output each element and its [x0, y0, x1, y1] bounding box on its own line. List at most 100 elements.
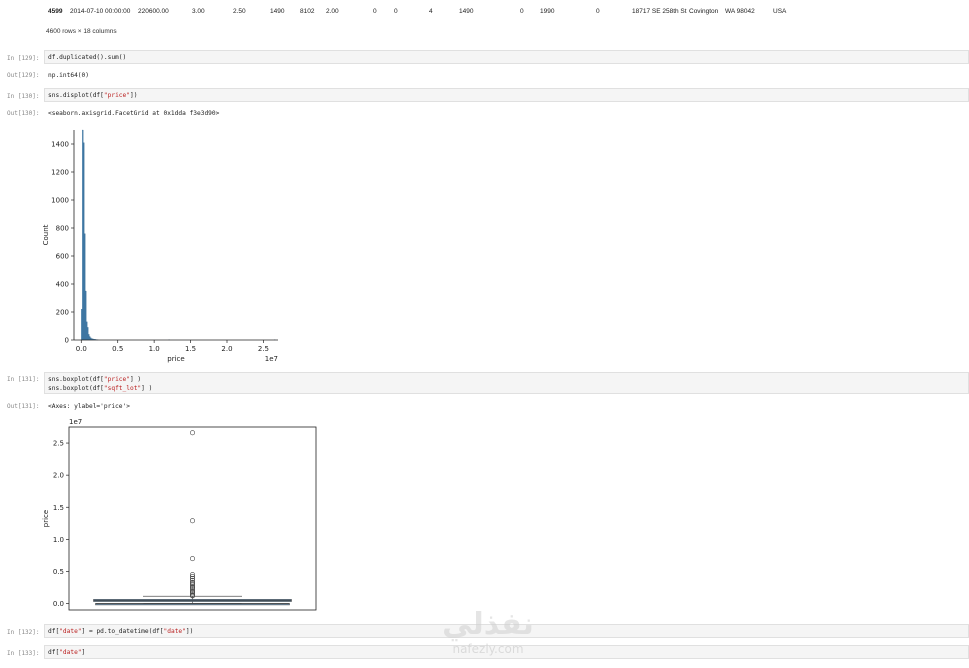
histogram-bar	[81, 309, 83, 341]
y-axis-label: Count	[42, 224, 50, 245]
histogram-bar	[89, 336, 91, 341]
in-prompt-132: In [132]:	[7, 629, 40, 636]
watermark-latin: nafezly.com	[452, 642, 524, 656]
cell-floors: 2.00	[326, 8, 339, 15]
y-tick-label: 0.5	[53, 568, 64, 576]
in-prompt-131: In [131]:	[7, 376, 40, 383]
x-tick-label: 0.5	[112, 345, 123, 353]
code-cell-129[interactable]: df.duplicated().sum()	[44, 50, 969, 64]
code-string: "sqft_lot"	[103, 385, 142, 392]
x-axis-label: price	[167, 355, 184, 363]
code-cell-130[interactable]: sns.displot(df["price"])	[44, 88, 969, 102]
y-tick-label: 0	[65, 337, 69, 345]
cell-date: 2014-07-10 00:00:00	[70, 8, 131, 15]
code-token: ]	[81, 649, 86, 656]
code-line: df["date"] = pd.to_datetime(df["date"])	[48, 628, 193, 635]
x-tick-label: 1.5	[185, 345, 196, 353]
cell-sqft-living: 1490	[270, 8, 285, 15]
cell-price: 220600.00	[138, 8, 169, 15]
y-tick-label: 1000	[51, 197, 69, 205]
output-text-130: <seaborn.axisgrid.FacetGrid at 0x1dda f3…	[48, 110, 220, 117]
x-tick-label: 1.0	[149, 345, 160, 353]
in-prompt-133: In [133]:	[7, 650, 40, 657]
cell-condition: 4	[429, 8, 433, 15]
out-prompt-131: Out[131]:	[7, 403, 40, 410]
output-text-131: <Axes: ylabel='price'>	[48, 403, 130, 410]
code-string: "price"	[103, 92, 130, 99]
x-tick-label: 2.0	[221, 345, 232, 353]
code-line: sns.boxplot(df["sqft_lot"] )	[48, 385, 152, 392]
code-string: "date"	[59, 649, 82, 656]
code-token: ] )	[141, 385, 153, 392]
cell-sqft-above: 1490	[459, 8, 474, 15]
in-prompt-130: In [130]:	[7, 93, 40, 100]
out-prompt-130: Out[130]:	[7, 110, 40, 117]
y-tick-label: 1.5	[53, 504, 64, 512]
code-line: sns.boxplot(df["price"] )	[48, 376, 141, 383]
y-tick-label: 1400	[51, 141, 69, 149]
x-offset-label: 1e7	[265, 355, 278, 363]
histogram-bar	[85, 290, 87, 341]
code-line: df.duplicated().sum()	[48, 54, 127, 61]
y-tick-label: 1200	[51, 169, 69, 177]
y-tick-label: 2.0	[53, 472, 64, 480]
cell-sqft-basement: 0	[520, 8, 524, 15]
out-prompt-129: Out[129]:	[7, 72, 40, 79]
histogram-bar	[82, 129, 84, 341]
cell-yr-built: 1990	[540, 8, 555, 15]
cell-view: 0	[394, 8, 398, 15]
y-tick-label: 400	[56, 281, 69, 289]
y-tick-label: 0.0	[53, 600, 64, 608]
x-tick-label: 0.0	[76, 345, 87, 353]
histogram-bar	[83, 142, 85, 341]
watermark-arabic: نفذلي	[442, 607, 534, 642]
code-token: sns.boxplot(df[	[48, 385, 104, 392]
outlier-point	[190, 430, 196, 436]
code-string: "price"	[103, 376, 130, 383]
y-tick-label: 800	[56, 225, 69, 233]
code-cell-131[interactable]: sns.boxplot(df["price"] ) sns.boxplot(df…	[44, 372, 969, 394]
y-axis-label: price	[42, 510, 50, 527]
code-token: ])	[185, 628, 194, 635]
output-text-129: np.int64(0)	[48, 72, 89, 79]
in-prompt-129: In [129]:	[7, 55, 40, 62]
code-token: df[	[48, 628, 60, 635]
code-token: ])	[129, 92, 138, 99]
histogram-bar	[84, 233, 86, 341]
code-token: ] )	[129, 376, 142, 383]
boxplot-plot: 1e7 0.0 0.5 1.0 1.5 2.0 2.5 price	[42, 418, 317, 611]
dataframe-last-row: 4599 2014-07-10 00:00:00 220600.00 3.00 …	[46, 6, 946, 18]
histogram-bar	[88, 334, 90, 341]
cell-street: 18717 SE 258th St	[632, 8, 687, 15]
cell-city: Covington	[689, 8, 719, 15]
cell-country: USA	[773, 8, 787, 15]
code-line: df["date"]	[48, 649, 85, 656]
row-index: 4599	[48, 8, 63, 15]
histogram-plot: 0 200 400 600 800 1000 1200 1400 0.0 0.5 1.0 1.5 2.0…	[42, 129, 278, 363]
y-tick-label: 200	[56, 309, 69, 317]
cell-bedrooms: 3.00	[192, 8, 205, 15]
code-string: "date"	[59, 628, 82, 635]
code-token: ] = pd.to_datetime(df[	[81, 628, 164, 635]
watermark-logo: نفذلي nafezly.com	[428, 607, 548, 657]
code-string: "date"	[163, 628, 186, 635]
histogram-bar	[87, 327, 89, 341]
outlier-point	[190, 518, 196, 524]
cell-bathrooms: 2.50	[233, 8, 246, 15]
cell-sqft-lot: 8102	[300, 8, 315, 15]
y-tick-label: 600	[56, 253, 69, 261]
cell-waterfront: 0	[373, 8, 377, 15]
code-token: df[	[48, 649, 60, 656]
code-token: sns.boxplot(df[	[48, 376, 104, 383]
cell-yr-renovated: 0	[596, 8, 600, 15]
outlier-point	[190, 556, 196, 562]
dataframe-shape: 4600 rows × 18 columns	[46, 28, 117, 35]
y-offset-label: 1e7	[69, 418, 82, 426]
cell-statezip: WA 98042	[725, 8, 755, 15]
code-line: sns.displot(df["price"])	[48, 92, 137, 99]
y-tick-label: 1.0	[53, 536, 64, 544]
y-tick-label: 2.5	[53, 440, 64, 448]
code-token: sns.displot(df[	[48, 92, 104, 99]
histogram-bar	[86, 321, 88, 341]
x-tick-label: 2.5	[258, 345, 269, 353]
